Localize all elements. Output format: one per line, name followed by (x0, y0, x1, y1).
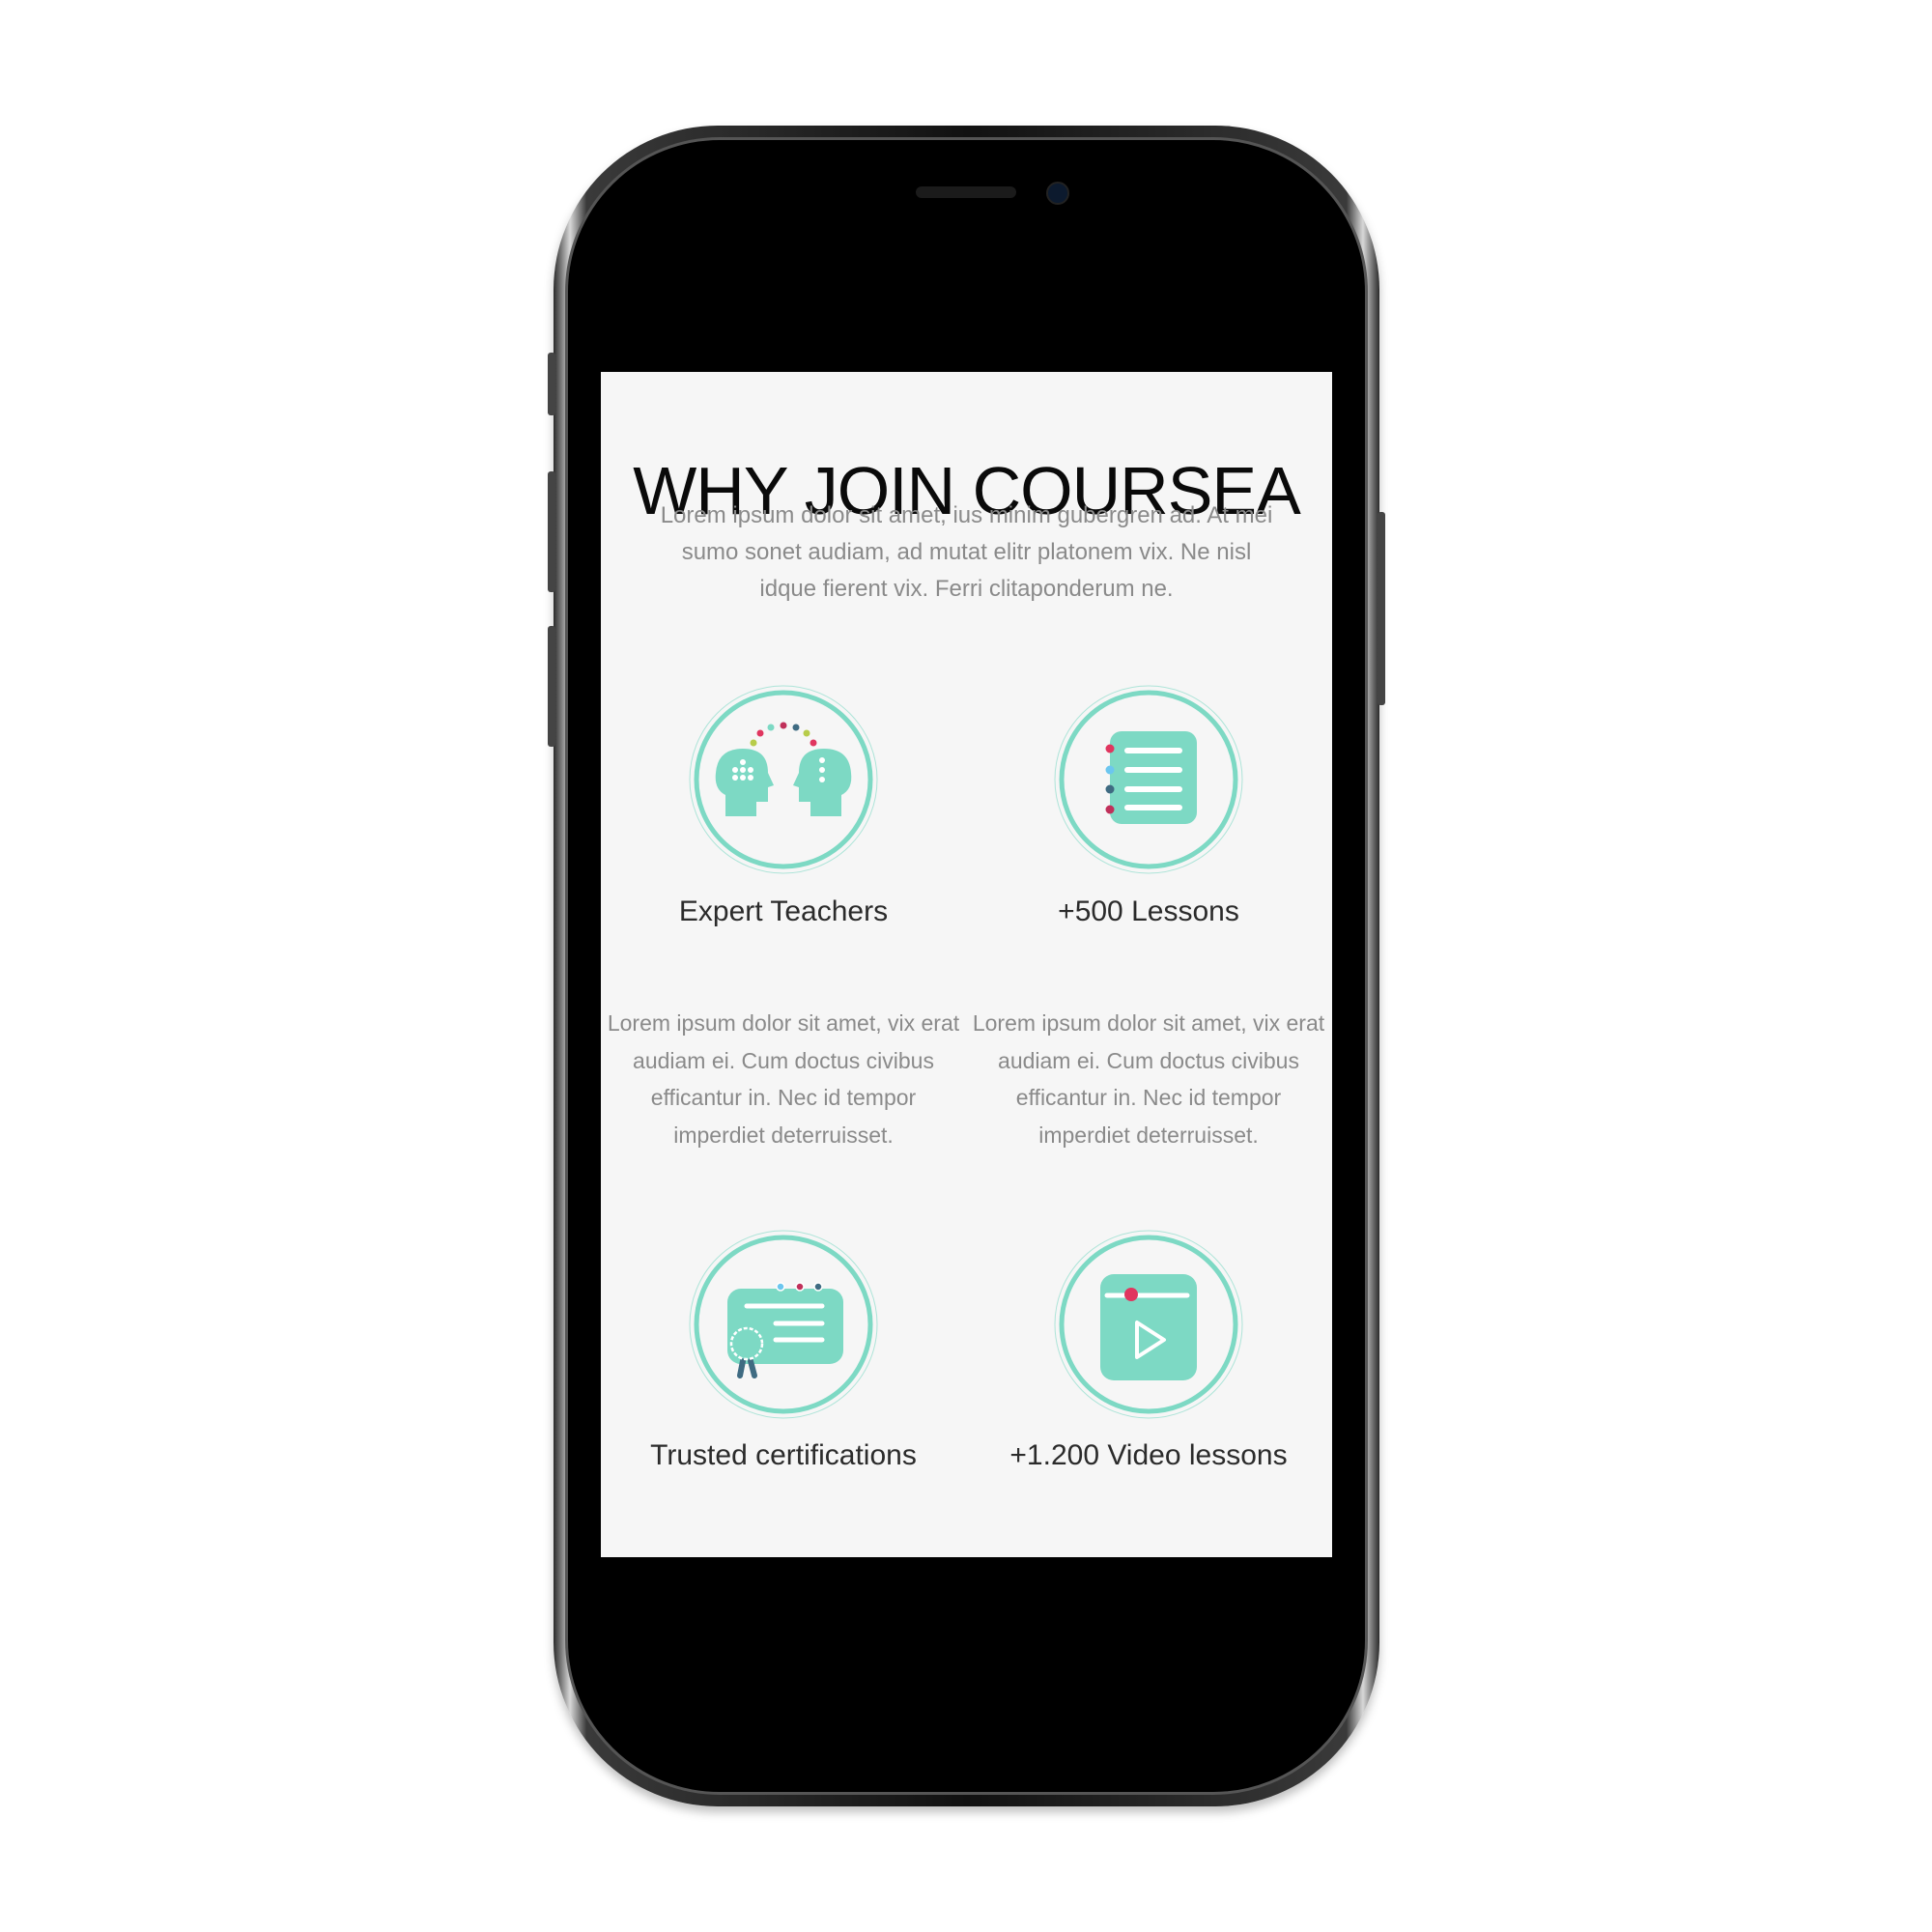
feature-description: Lorem ipsum dolor sit amet, vix erat aud… (607, 1010, 960, 1148)
feature-title: +1.200 Video lessons (1009, 1439, 1288, 1471)
lessons-notebook-icon (1054, 685, 1243, 874)
front-camera (1046, 182, 1069, 205)
earpiece-speaker (916, 186, 1016, 198)
video-player-icon (1054, 1230, 1243, 1419)
volume-up-button (548, 471, 555, 592)
power-button (1378, 512, 1385, 705)
feature-title: Expert Teachers (678, 895, 889, 927)
feature-description: Lorem ipsum dolor sit amet, vix erat aud… (972, 1010, 1325, 1148)
volume-down-button (548, 626, 555, 747)
teachers-heads-icon (689, 685, 878, 874)
screen: WHY JOIN COURSEA Lorem ipsum dolor sit a… (601, 372, 1332, 1557)
feature-title: Trusted certifications (650, 1439, 917, 1471)
feature-title: +500 Lessons (1058, 895, 1239, 927)
intro-text: Lorem ipsum dolor sit amet, ius minim gu… (660, 502, 1273, 602)
certificate-icon (689, 1230, 878, 1419)
mute-switch (548, 353, 555, 415)
